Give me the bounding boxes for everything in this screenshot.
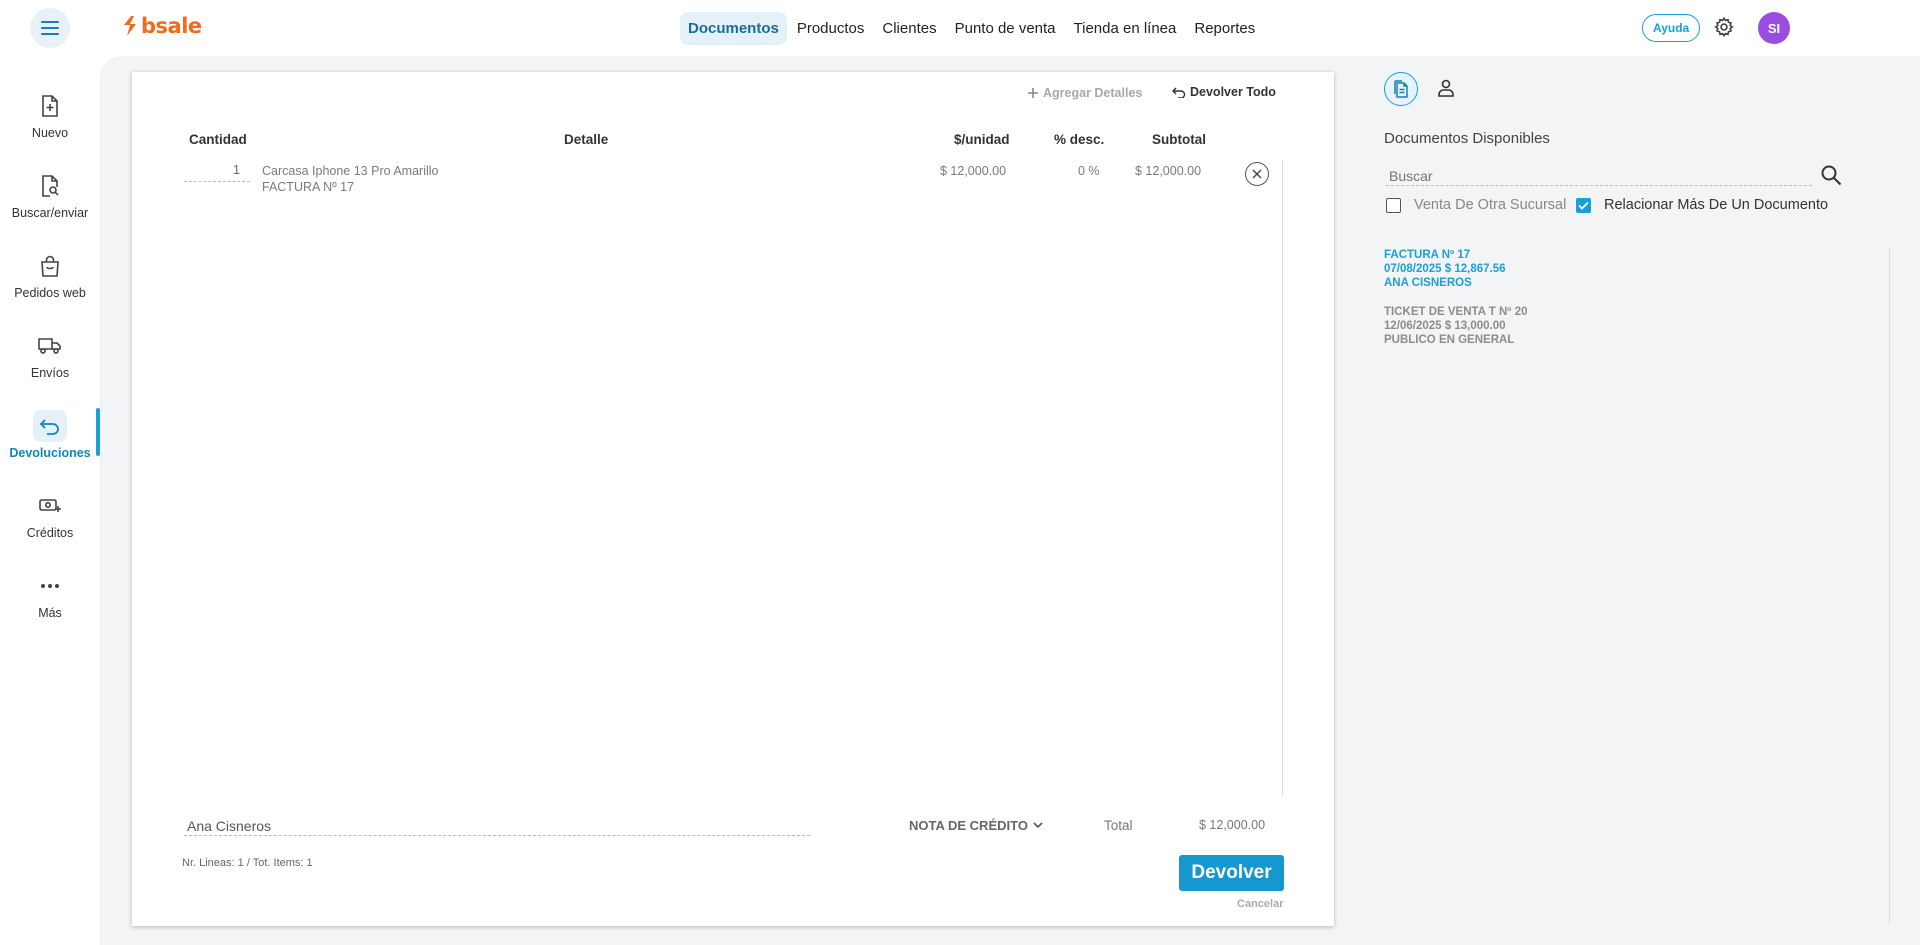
sidebar-item-envios[interactable]: Envíos [0,330,100,400]
nav-documentos[interactable]: Documentos [680,12,787,45]
sidebar-item-nuevo[interactable]: Nuevo [0,90,100,160]
document-icon [1394,80,1408,98]
file-search-icon [42,175,59,197]
add-details-label: Agregar Detalles [1043,86,1143,100]
nav-clientes[interactable]: Clientes [874,12,944,45]
checkmark-icon [1578,201,1589,210]
column-header-quantity: Cantidad [189,132,247,147]
remove-row-button[interactable] [1245,162,1269,186]
row-discount: 0 % [1078,164,1100,178]
tab-documents[interactable] [1384,72,1418,106]
return-arrow-icon [39,419,59,435]
nav-tienda-en-linea[interactable]: Tienda en línea [1066,12,1185,45]
client-input[interactable] [184,816,810,836]
chevron-down-icon [1033,822,1043,829]
sidebar-item-devoluciones[interactable]: Devoluciones [0,410,100,480]
document-date-amount: 07/08/2025 $ 12,867.56 [1384,263,1506,275]
return-arrow-icon [1172,87,1186,98]
document-date-amount: 12/06/2025 $ 13,000.00 [1384,320,1506,332]
sidebar-item-creditos[interactable]: Créditos [0,490,100,560]
quantity-field[interactable]: 1 [184,160,250,182]
document-type-label: NOTA DE CRÉDITO [909,818,1028,833]
return-document-card [132,72,1334,926]
hamburger-menu-button[interactable] [30,8,70,48]
search-icon [1821,165,1842,186]
top-navigation: Documentos Productos Clientes Punto de v… [680,12,1263,45]
return-all-button[interactable]: Devolver Todo [1172,85,1276,99]
other-branch-checkbox[interactable] [1386,198,1401,213]
shopping-bag-icon [41,255,59,277]
devolver-button[interactable]: Devolver [1179,855,1284,891]
logo-text: bsale [141,14,202,38]
total-label: Total [1104,818,1133,833]
sidebar: Nuevo Buscar/enviar Pedidos web Envíos D… [0,56,100,945]
top-bar: bsale Documentos Productos Clientes Punt… [0,0,1920,56]
sidebar-item-mas[interactable]: Más [0,570,100,640]
divider [1889,248,1890,924]
sidebar-item-label: Buscar/enviar [11,206,89,220]
multi-document-checkbox[interactable] [1576,198,1591,213]
available-document-item[interactable]: FACTURA Nº 17 07/08/2025 $ 12,867.56 ANA… [1384,248,1506,290]
document-client: ANA CISNEROS [1384,277,1472,289]
multi-document-label: Relacionar Más De Un Documento [1604,197,1829,213]
nav-productos[interactable]: Productos [789,12,873,45]
document-client: PUBLICO EN GENERAL [1384,334,1515,346]
divider [1282,160,1283,796]
tab-client[interactable] [1437,78,1455,103]
file-plus-icon [42,95,58,117]
sidebar-item-label: Créditos [26,526,74,540]
user-avatar[interactable]: SI [1758,12,1790,44]
plus-icon [1028,88,1038,98]
more-dots-icon [41,584,59,588]
search-button[interactable] [1820,164,1842,191]
sidebar-item-label: Devoluciones [9,446,91,460]
document-title: TICKET DE VENTA T Nº 20 [1384,306,1528,318]
row-subtotal: $ 12,000.00 [1135,164,1202,178]
document-search-input[interactable] [1386,166,1812,186]
close-icon [1252,169,1262,179]
bsale-logo[interactable]: bsale [122,14,202,38]
nav-punto-de-venta[interactable]: Punto de venta [947,12,1064,45]
sidebar-item-label: Pedidos web [14,286,86,300]
help-button[interactable]: Ayuda [1642,14,1701,42]
return-all-label: Devolver Todo [1190,85,1276,99]
column-header-unit-price: $/unidad [954,132,1010,147]
lines-info: Nr. Lineas: 1 / Tot. Items: 1 [182,857,313,869]
document-type-dropdown[interactable]: NOTA DE CRÉDITO [909,818,1043,833]
row-detail: Carcasa Iphone 13 Pro Amarillo [262,164,439,178]
sidebar-item-buscar-enviar[interactable]: Buscar/enviar [0,170,100,240]
cancel-link[interactable]: Cancelar [1237,898,1283,910]
truck-icon [38,338,61,354]
nav-reportes[interactable]: Reportes [1186,12,1263,45]
column-header-discount: % desc. [1054,132,1105,147]
sidebar-item-label: Más [38,606,62,620]
hamburger-icon [41,21,59,35]
row-detail-sub: FACTURA Nº 17 [262,180,355,194]
column-header-subtotal: Subtotal [1152,132,1206,147]
sidebar-item-pedidos-web[interactable]: Pedidos web [0,250,100,320]
sidebar-item-label: Nuevo [31,126,69,140]
available-documents-title: Documentos Disponibles [1384,130,1550,147]
credit-cash-icon [39,499,61,512]
add-details-button[interactable]: Agregar Detalles [1027,86,1142,100]
settings-button[interactable] [1713,16,1735,43]
available-document-item[interactable]: TICKET DE VENTA T Nº 20 12/06/2025 $ 13,… [1384,305,1528,347]
gear-icon [1714,16,1734,38]
bsale-logo-icon [124,16,136,36]
row-unit-price: $ 12,000.00 [940,164,1007,178]
total-value: $ 12,000.00 [1199,818,1266,832]
document-title: FACTURA Nº 17 [1384,249,1471,261]
user-icon [1438,79,1454,97]
column-header-detail: Detalle [564,132,609,147]
other-branch-label: Venta De Otra Sucursal [1414,197,1567,213]
sidebar-item-label: Envíos [30,366,70,380]
